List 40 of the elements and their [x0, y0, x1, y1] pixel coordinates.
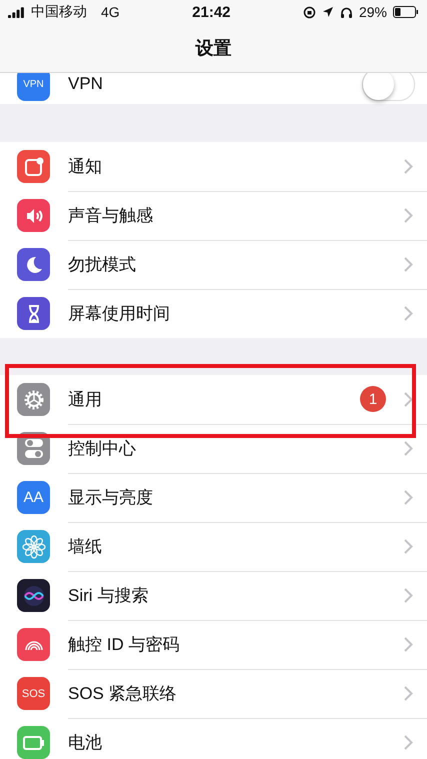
- row-label: VPN: [68, 74, 104, 94]
- chevron-icon: [404, 440, 413, 456]
- row-label[interactable]: 通知: [68, 154, 404, 178]
- row-label[interactable]: 显示与亮度: [68, 486, 404, 508]
- chevron-icon: [404, 256, 413, 272]
- chevron-icon: [404, 588, 413, 602]
- chevron-icon: [404, 306, 413, 321]
- row-label[interactable]: 触控 ID 与密码: [68, 632, 404, 656]
- signal-icon: [8, 6, 25, 18]
- row-label[interactable]: 电池: [68, 731, 404, 754]
- vpn-toggle[interactable]: [362, 73, 415, 100]
- vpn-icon: VPN: [17, 73, 50, 100]
- row-label[interactable]: 控制中心: [68, 436, 404, 460]
- carrier-name: 中国移动: [31, 3, 87, 21]
- chevron-icon: [404, 490, 413, 504]
- notification-badge: 1: [360, 386, 386, 412]
- location-arrow-icon: [322, 6, 334, 18]
- chevron-icon: [404, 392, 413, 406]
- network-type: 4G: [101, 4, 120, 20]
- chevron-icon: [404, 538, 413, 554]
- row-label[interactable]: 声音与触感: [68, 204, 404, 226]
- chevron-icon: [404, 208, 413, 222]
- chevron-icon: [404, 158, 413, 174]
- status-time: 21:42: [191, 4, 232, 20]
- text-icon: AA: [17, 481, 50, 514]
- rotation-lock-icon: [302, 6, 316, 18]
- battery-icon: [393, 6, 419, 18]
- text-icon: SOS: [17, 677, 50, 710]
- row-label[interactable]: Siri 与搜索: [68, 584, 404, 606]
- row-label[interactable]: 通用: [68, 388, 360, 410]
- page-title: 设置: [196, 37, 232, 60]
- headphones-icon: [340, 6, 353, 18]
- chevron-icon: [404, 636, 413, 652]
- row-label[interactable]: 勿扰模式: [68, 252, 404, 276]
- chevron-icon: [404, 735, 413, 750]
- row-label[interactable]: SOS 紧急联络: [68, 682, 404, 704]
- battery-percentage: 29%: [358, 4, 387, 20]
- chevron-icon: [404, 686, 413, 700]
- row-label[interactable]: 墙纸: [68, 534, 404, 558]
- row-label[interactable]: 屏幕使用时间: [68, 302, 404, 325]
